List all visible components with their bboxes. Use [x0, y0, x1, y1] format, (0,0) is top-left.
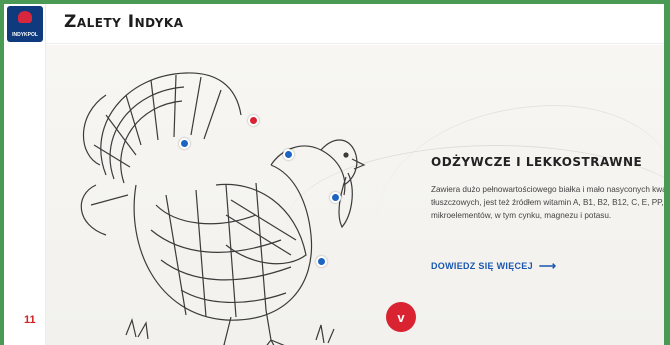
hotspot-marker[interactable] [179, 138, 190, 149]
sidebar: INDYKPOL [4, 4, 46, 345]
hotspot-marker[interactable] [316, 256, 327, 267]
indykpol-logo-icon[interactable]: INDYKPOL [7, 6, 43, 42]
app-frame: INDYKPOL Zalety Indyka ODŻYWCZE I LEKKOS… [4, 4, 664, 345]
logo-mark [18, 11, 32, 23]
hotspot-marker-active[interactable] [248, 115, 259, 126]
learn-more-label: DOWIEDZ SIĘ WIĘCEJ [431, 261, 533, 271]
header: Zalety Indyka [46, 4, 664, 44]
page-title: Zalety Indyka [64, 12, 184, 32]
info-panel: ODŻYWCZE I LEKKOSTRAWNE Zawiera dużo peł… [431, 155, 664, 273]
hero-section: ODŻYWCZE I LEKKOSTRAWNE Zawiera dużo peł… [46, 45, 664, 345]
hotspot-marker[interactable] [330, 192, 341, 203]
learn-more-link[interactable]: DOWIEDZ SIĘ WIĘCEJ ⟶ [431, 259, 556, 273]
info-description: Zawiera dużo pełnowartościowego białka i… [431, 185, 664, 221]
corner-badge: 11 [24, 314, 36, 326]
next-section-button[interactable]: v [386, 302, 416, 332]
hotspot-marker[interactable] [283, 149, 294, 160]
arrow-right-icon: ⟶ [538, 259, 557, 273]
info-title: ODŻYWCZE I LEKKOSTRAWNE [431, 155, 643, 169]
turkey-illustration-icon [80, 72, 366, 345]
logo-text: INDYKPOL [12, 32, 38, 38]
